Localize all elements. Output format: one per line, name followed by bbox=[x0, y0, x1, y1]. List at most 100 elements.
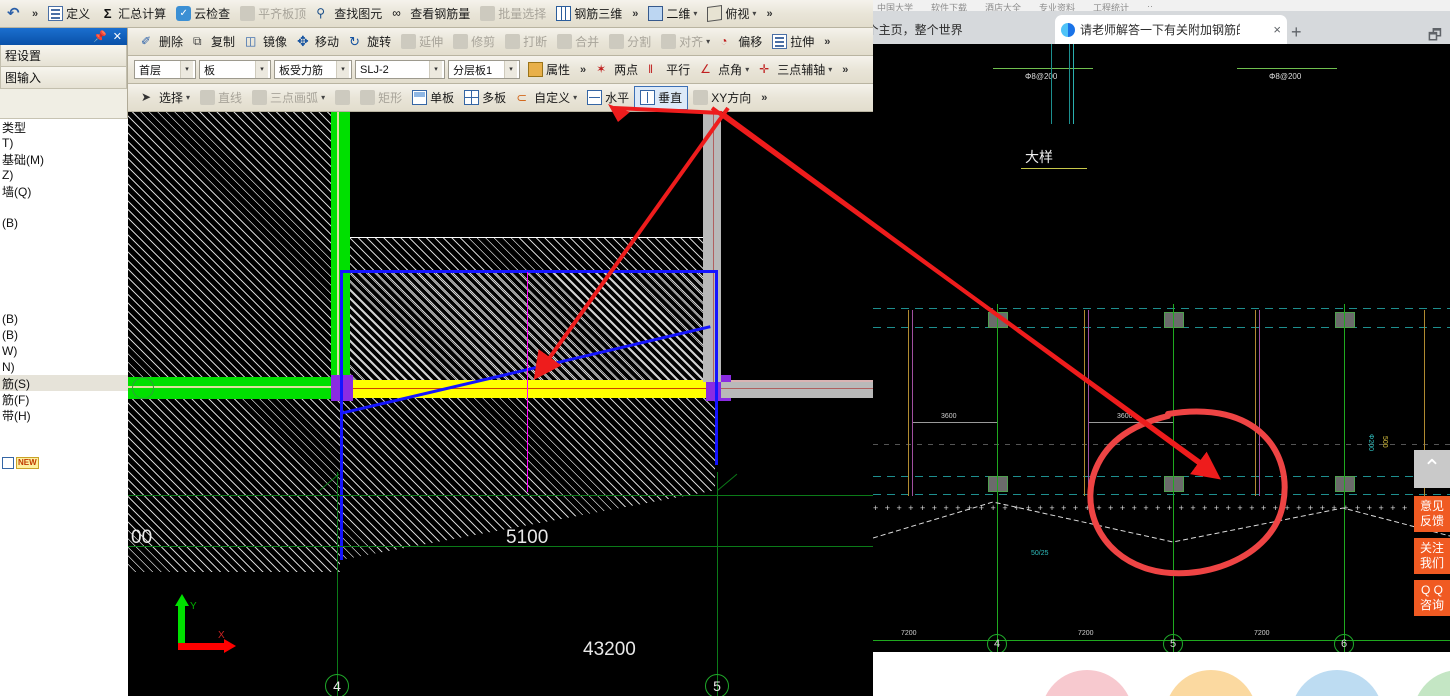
chevron-down-icon[interactable]: ▾ bbox=[706, 37, 710, 46]
rebar-band-yellow[interactable] bbox=[340, 380, 718, 398]
chevron-down-icon[interactable]: ▾ bbox=[828, 65, 832, 74]
定义-button[interactable]: 定义 bbox=[43, 2, 95, 26]
grip-circle[interactable] bbox=[132, 377, 154, 399]
三点辅轴-button[interactable]: ✛ 三点辅轴 ▾ bbox=[754, 58, 837, 82]
chevron-down-icon[interactable]: ▾ bbox=[255, 61, 268, 78]
单板-button[interactable]: 单板 bbox=[407, 86, 459, 110]
browser-tab-active[interactable]: 请老师解答一下有关附加钢筋的问 × bbox=[1055, 15, 1287, 44]
钢筋三维-button[interactable]: 钢筋三维 bbox=[551, 2, 627, 26]
汇总计算-button[interactable]: Σ 汇总计算 bbox=[95, 2, 171, 26]
二维-button[interactable]: 二维 ▾ bbox=[643, 2, 702, 26]
component-type-tree[interactable]: 类型 T) 基础(M) Z) 墙(Q) (B) (B) (B) W) N) 筋(S) 筋(F) 带(H)… bbox=[0, 118, 128, 696]
俯视-button[interactable]: 俯视 ▾ bbox=[702, 2, 761, 26]
chevron-down-icon[interactable]: ▾ bbox=[752, 9, 756, 18]
复制-button[interactable]: ⧉ 复制 bbox=[188, 30, 240, 54]
chevron-down-icon[interactable]: ▾ bbox=[745, 65, 749, 74]
bookmark-item[interactable]: 中国大学 bbox=[877, 1, 913, 11]
overflow-chevron[interactable]: » bbox=[819, 36, 835, 48]
自定义-button[interactable]: ⊂ 自定义 ▾ bbox=[511, 86, 582, 110]
bookmark-item[interactable]: ·· bbox=[1147, 1, 1153, 11]
多板-button[interactable]: 多板 bbox=[459, 86, 511, 110]
两点-button[interactable]: ✶ 两点 bbox=[591, 58, 643, 82]
移动-button[interactable]: ✥ 移动 bbox=[292, 30, 344, 54]
tree-node[interactable]: (B) bbox=[0, 311, 128, 327]
axis-marker-6: 6 bbox=[1334, 634, 1354, 652]
tree-node[interactable]: 带(H) bbox=[0, 407, 128, 423]
chevron-down-icon[interactable]: ▾ bbox=[504, 61, 517, 78]
follow-us-button[interactable]: 关注 我们 bbox=[1414, 538, 1450, 574]
镜像-button[interactable]: ◫ 镜像 bbox=[240, 30, 292, 54]
旋转-button[interactable]: ↻ 旋转 bbox=[344, 30, 396, 54]
overflow-chevron[interactable]: » bbox=[27, 8, 43, 20]
cad-drawing-canvas[interactable]: 00 5100 43200 4 5 Y X bbox=[128, 112, 873, 696]
panel-tab-settings[interactable]: 程设置 bbox=[0, 45, 127, 67]
tree-node[interactable]: 墙(Q) bbox=[0, 183, 128, 199]
rebar-note-left: Φ8@200 bbox=[1025, 72, 1058, 81]
bookmark-item[interactable]: 酒店大全 bbox=[985, 1, 1021, 11]
member-selector[interactable]: SLJ-2 ▾ bbox=[355, 60, 445, 79]
undo-icon-button[interactable]: ↶ bbox=[2, 2, 27, 26]
overflow-chevron[interactable]: » bbox=[837, 64, 853, 76]
two-point-icon: ✶ bbox=[596, 62, 607, 76]
chevron-down-icon[interactable]: ▾ bbox=[321, 93, 325, 102]
close-icon[interactable]: ✕ bbox=[113, 30, 122, 43]
tab-close-icon[interactable]: × bbox=[1273, 22, 1281, 37]
overflow-chevron[interactable]: » bbox=[756, 92, 772, 104]
empty-combo-button[interactable] bbox=[330, 86, 355, 110]
selection-edge-left bbox=[340, 270, 343, 560]
平行-button[interactable]: ‖ 平行 bbox=[643, 58, 695, 82]
tree-node[interactable]: 类型 bbox=[0, 119, 128, 135]
选择-button[interactable]: ➤ 选择 ▾ bbox=[136, 86, 195, 110]
back-to-top-button[interactable]: ⌃ bbox=[1414, 450, 1450, 488]
floor-selector[interactable]: 首层 ▾ bbox=[134, 60, 196, 79]
tree-node[interactable]: N) bbox=[0, 359, 128, 375]
component-selector[interactable]: 板 ▾ bbox=[199, 60, 271, 79]
button-label: 合并 bbox=[575, 35, 600, 49]
bookmarks-bar[interactable]: 中国大学 软件下载 酒店大全 专业资料 工程统计 ·· bbox=[873, 0, 1450, 11]
tree-node[interactable]: 筋(S) bbox=[0, 375, 128, 391]
水平-button[interactable]: 水平 bbox=[582, 86, 634, 110]
panel-tab-drawing-input[interactable]: 图输入 bbox=[0, 67, 127, 89]
tree-node[interactable]: NEW bbox=[0, 455, 128, 471]
bookmark-item[interactable]: 软件下载 bbox=[931, 1, 967, 11]
chevron-down-icon[interactable]: ▾ bbox=[429, 61, 442, 78]
layer-selector[interactable]: 分层板1 ▾ bbox=[448, 60, 520, 79]
chevron-down-icon[interactable]: ▾ bbox=[336, 61, 349, 78]
云检查-button[interactable]: ✓ 云检查 bbox=[171, 2, 235, 26]
点角-button[interactable]: ∠ 点角 ▾ bbox=[695, 58, 754, 82]
tree-node[interactable]: (B) bbox=[0, 215, 128, 231]
属性-button[interactable]: 属性 bbox=[523, 58, 575, 82]
ucs-x-axis bbox=[178, 643, 226, 650]
axis-marker-4: 4 bbox=[325, 674, 349, 696]
tree-node[interactable]: W) bbox=[0, 343, 128, 359]
chevron-down-icon[interactable]: ▾ bbox=[573, 93, 577, 102]
垂直-button[interactable]: 垂直 bbox=[634, 85, 689, 110]
删除-button[interactable]: ✐ 删除 bbox=[136, 30, 188, 54]
查看钢筋量-button[interactable]: ∞ 查看钢筋量 bbox=[387, 2, 475, 26]
chevron-down-icon[interactable]: ▾ bbox=[186, 93, 190, 102]
qq-consult-button[interactable]: Q Q 咨询 bbox=[1414, 580, 1450, 616]
merge-icon bbox=[557, 34, 573, 49]
tree-node[interactable]: T) bbox=[0, 135, 128, 151]
偏移-button[interactable]: ◔ 偏移 bbox=[715, 30, 767, 54]
overflow-chevron[interactable]: » bbox=[575, 64, 591, 76]
tree-node[interactable]: 基础(M) bbox=[0, 151, 128, 167]
chevron-down-icon[interactable]: ▾ bbox=[180, 61, 193, 78]
tree-node[interactable]: (B) bbox=[0, 327, 128, 343]
tree-node[interactable]: 筋(F) bbox=[0, 391, 128, 407]
拉伸-button[interactable]: 拉伸 bbox=[767, 30, 819, 54]
rebar-type-selector[interactable]: 板受力筋 ▾ bbox=[274, 60, 352, 79]
new-tab-button[interactable]: + bbox=[1291, 22, 1302, 43]
bookmark-item[interactable]: 工程统计 bbox=[1093, 1, 1129, 11]
bookmark-item[interactable]: 专业资料 bbox=[1039, 1, 1075, 11]
overflow-chevron[interactable]: » bbox=[627, 8, 643, 20]
pin-icon[interactable]: 📌 bbox=[93, 30, 107, 43]
xy方向-button[interactable]: XY方向 bbox=[688, 86, 756, 110]
button-label: 水平 bbox=[605, 91, 630, 105]
chevron-down-icon[interactable]: ▾ bbox=[693, 9, 697, 18]
查找图元-button[interactable]: ⚲ 查找图元 bbox=[311, 2, 387, 26]
feedback-button[interactable]: 意见 反馈 bbox=[1414, 496, 1450, 532]
drawing-viewer-canvas[interactable]: Φ8@200 Φ8@200 大样 3600 3600 +++++++++++++… bbox=[873, 44, 1450, 652]
overflow-chevron[interactable]: » bbox=[761, 8, 777, 20]
tree-node[interactable]: Z) bbox=[0, 167, 128, 183]
